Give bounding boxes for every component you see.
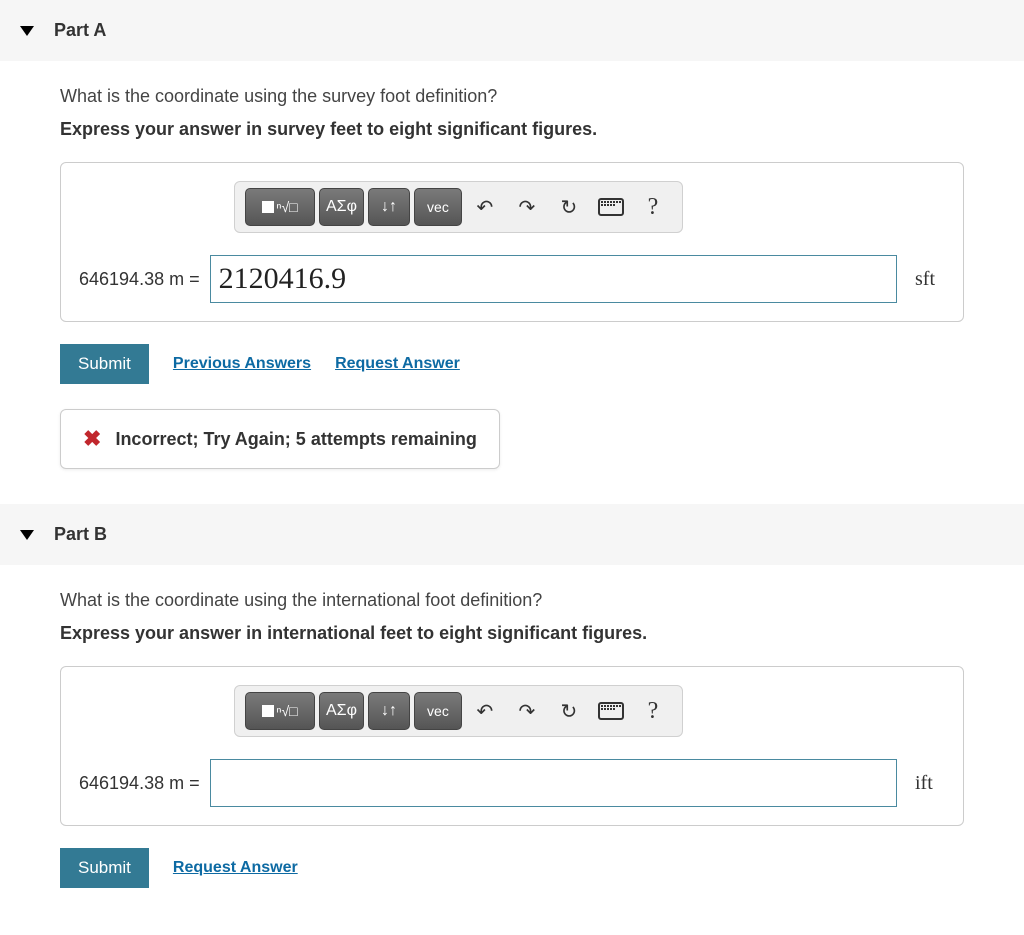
subscript-button[interactable]: ↓↑ — [368, 188, 410, 226]
caret-down-icon — [20, 530, 34, 540]
reset-icon[interactable]: ↻ — [550, 692, 588, 730]
reset-icon[interactable]: ↻ — [550, 188, 588, 226]
equation-toolbar: ⁿ√□ ΑΣφ ↓↑ vec ↶ ↷ ↻ ? — [234, 685, 683, 737]
incorrect-icon: ✖ — [83, 426, 101, 452]
question-text: What is the coordinate using the survey … — [60, 86, 964, 107]
feedback-box: ✖ Incorrect; Try Again; 5 attempts remai… — [60, 409, 500, 469]
request-answer-link[interactable]: Request Answer — [173, 859, 298, 877]
lhs-label: 646194.38 m = — [79, 773, 200, 794]
equation-toolbar: ⁿ√□ ΑΣφ ↓↑ vec ↶ ↷ ↻ ? — [234, 181, 683, 233]
feedback-text: Incorrect; Try Again; 5 attempts remaini… — [115, 429, 476, 450]
greek-button[interactable]: ΑΣφ — [319, 188, 364, 226]
part-b-body: What is the coordinate using the interna… — [0, 565, 1024, 923]
answer-input[interactable] — [210, 759, 897, 807]
template-icon: ⁿ√□ — [262, 703, 297, 719]
help-icon[interactable]: ? — [634, 692, 672, 730]
templates-button[interactable]: ⁿ√□ — [245, 692, 315, 730]
part-title: Part B — [54, 524, 107, 545]
redo-icon[interactable]: ↷ — [508, 692, 546, 730]
question-text: What is the coordinate using the interna… — [60, 590, 964, 611]
part-a-header[interactable]: Part A — [0, 0, 1024, 61]
answer-box: ⁿ√□ ΑΣφ ↓↑ vec ↶ ↷ ↻ ? 646194.38 m = ift — [60, 666, 964, 826]
keyboard-icon[interactable] — [592, 188, 630, 226]
answer-row: 646194.38 m = ift — [79, 759, 945, 807]
answer-box: ⁿ√□ ΑΣφ ↓↑ vec ↶ ↷ ↻ ? 646194.38 m = sft — [60, 162, 964, 322]
button-row: Submit Request Answer — [60, 848, 964, 888]
submit-button[interactable]: Submit — [60, 848, 149, 888]
part-b-header[interactable]: Part B — [0, 504, 1024, 565]
greek-button[interactable]: ΑΣφ — [319, 692, 364, 730]
request-answer-link[interactable]: Request Answer — [335, 355, 460, 373]
templates-button[interactable]: ⁿ√□ — [245, 188, 315, 226]
button-row: Submit Previous Answers Request Answer — [60, 344, 964, 384]
vec-button[interactable]: vec — [414, 188, 462, 226]
vec-button[interactable]: vec — [414, 692, 462, 730]
submit-button[interactable]: Submit — [60, 344, 149, 384]
part-title: Part A — [54, 20, 106, 41]
instruction-text: Express your answer in survey feet to ei… — [60, 119, 964, 140]
unit-label: ift — [915, 772, 945, 795]
unit-label: sft — [915, 268, 945, 291]
help-icon[interactable]: ? — [634, 188, 672, 226]
undo-icon[interactable]: ↶ — [466, 188, 504, 226]
instruction-text: Express your answer in international fee… — [60, 623, 964, 644]
template-icon: ⁿ√□ — [262, 199, 297, 215]
redo-icon[interactable]: ↷ — [508, 188, 546, 226]
subscript-button[interactable]: ↓↑ — [368, 692, 410, 730]
previous-answers-link[interactable]: Previous Answers — [173, 355, 311, 373]
caret-down-icon — [20, 26, 34, 36]
undo-icon[interactable]: ↶ — [466, 692, 504, 730]
part-a-body: What is the coordinate using the survey … — [0, 61, 1024, 504]
answer-input[interactable] — [210, 255, 897, 303]
answer-row: 646194.38 m = sft — [79, 255, 945, 303]
lhs-label: 646194.38 m = — [79, 269, 200, 290]
keyboard-icon[interactable] — [592, 692, 630, 730]
